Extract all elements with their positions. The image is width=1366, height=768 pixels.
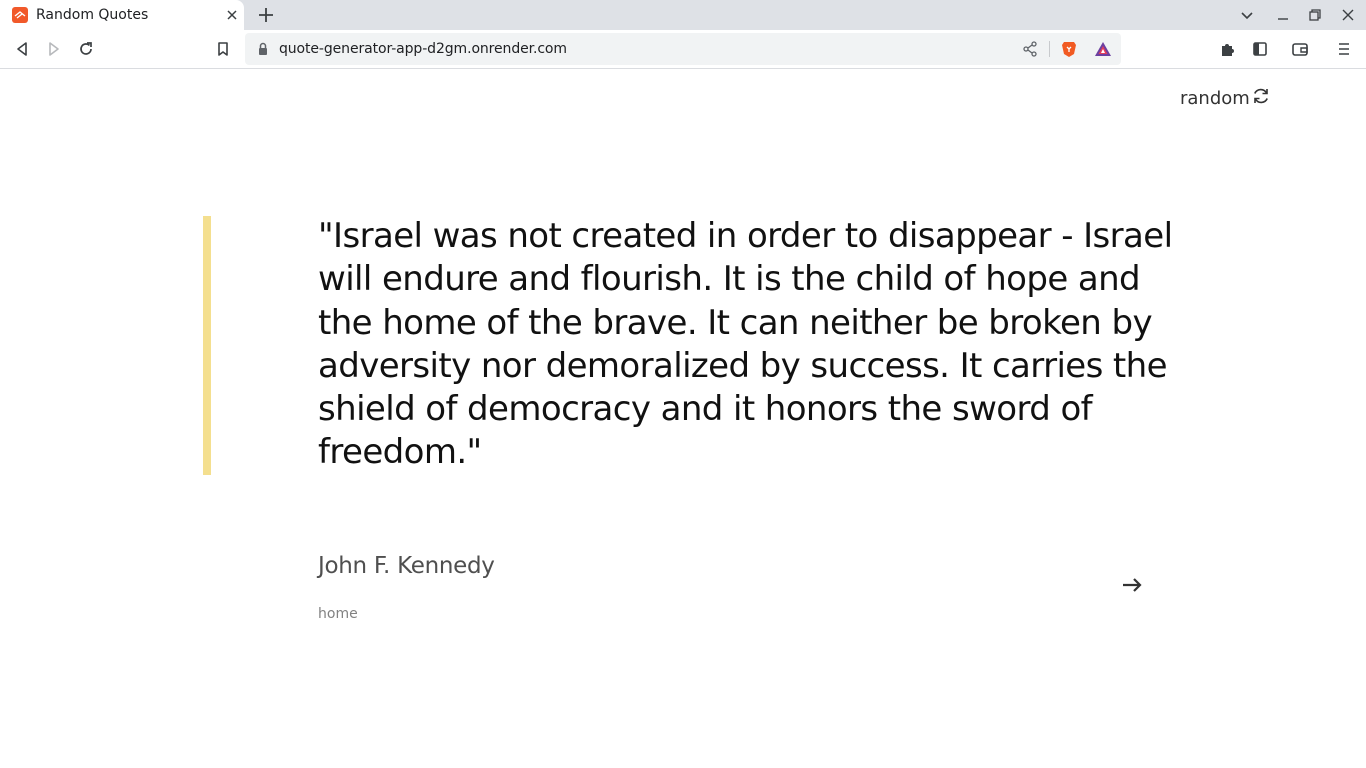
omnibox-divider (1049, 41, 1050, 57)
brave-shields-icon[interactable] (1060, 40, 1078, 58)
reload-icon[interactable] (77, 40, 95, 58)
wallet-icon[interactable] (1291, 40, 1309, 58)
site-favicon-icon (12, 7, 28, 23)
sidebar-icon[interactable] (1251, 40, 1269, 58)
refresh-icon (1250, 86, 1271, 111)
tab-search-chevron-icon[interactable] (1239, 7, 1255, 23)
tab-title: Random Quotes (36, 7, 149, 23)
forward-icon[interactable] (45, 40, 63, 58)
menu-icon[interactable] (1335, 40, 1353, 58)
quote-author: John F. Kennedy (318, 553, 495, 579)
share-icon[interactable] (1021, 40, 1039, 58)
page-content: random "Israel was not created in order … (0, 69, 1366, 768)
extensions-icon[interactable] (1219, 40, 1237, 58)
arrow-right-icon[interactable] (1120, 573, 1144, 597)
close-tab-icon[interactable] (224, 7, 240, 23)
bookmark-icon[interactable] (214, 40, 232, 58)
minimize-icon[interactable] (1275, 7, 1291, 23)
browser-toolbar: quote-generator-app-d2gm.onrender.com (0, 30, 1366, 69)
brave-rewards-icon[interactable] (1094, 40, 1112, 58)
back-icon[interactable] (13, 40, 31, 58)
author-card[interactable]: John F. Kennedy home (318, 553, 1148, 625)
quote-genre: home (318, 606, 358, 622)
quote-text: "Israel was not created in order to disa… (318, 216, 1173, 473)
new-tab-icon[interactable] (257, 6, 275, 24)
url-text[interactable]: quote-generator-app-d2gm.onrender.com (279, 41, 567, 57)
restore-icon[interactable] (1307, 7, 1323, 23)
tab-strip: Random Quotes (0, 0, 1366, 30)
lock-icon[interactable] (257, 42, 269, 56)
close-window-icon[interactable] (1340, 7, 1356, 23)
browser-tab[interactable]: Random Quotes (0, 0, 244, 30)
random-label: random (1180, 88, 1250, 109)
random-button[interactable]: random (1180, 86, 1271, 111)
address-bar[interactable]: quote-generator-app-d2gm.onrender.com (245, 33, 1121, 65)
quote-accent-bar (203, 216, 211, 475)
